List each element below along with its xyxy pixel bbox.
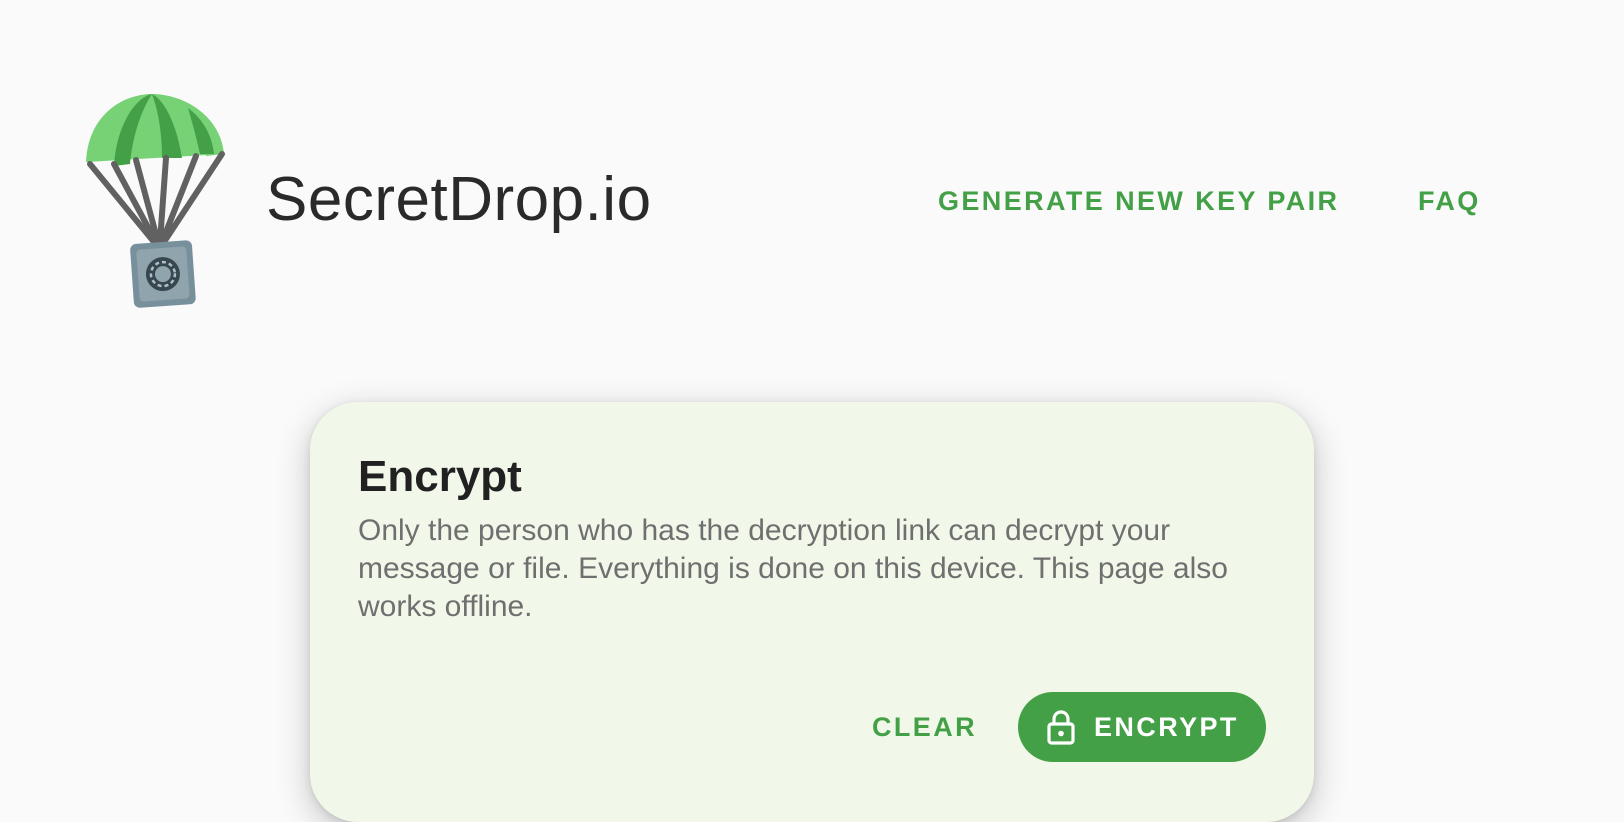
site-header: SecretDrop.io GENERATE NEW KEY PAIR FAQ <box>0 0 1624 340</box>
card-title: Encrypt <box>358 452 522 501</box>
card-description: Only the person who has the decryption l… <box>358 514 1228 623</box>
lock-icon <box>1047 710 1075 745</box>
parachute-safe-icon[interactable] <box>84 92 230 312</box>
clear-button[interactable]: CLEAR <box>872 710 977 744</box>
encrypt-button[interactable]: ENCRYPT <box>1018 692 1266 762</box>
nav-generate-key-pair[interactable]: GENERATE NEW KEY PAIR <box>938 184 1339 218</box>
nav-faq[interactable]: FAQ <box>1418 184 1481 218</box>
encrypt-button-label: ENCRYPT <box>1094 712 1239 742</box>
brand-name[interactable]: SecretDrop.io <box>266 162 652 238</box>
encrypt-card: Encrypt Only the person who has the decr… <box>310 402 1314 822</box>
